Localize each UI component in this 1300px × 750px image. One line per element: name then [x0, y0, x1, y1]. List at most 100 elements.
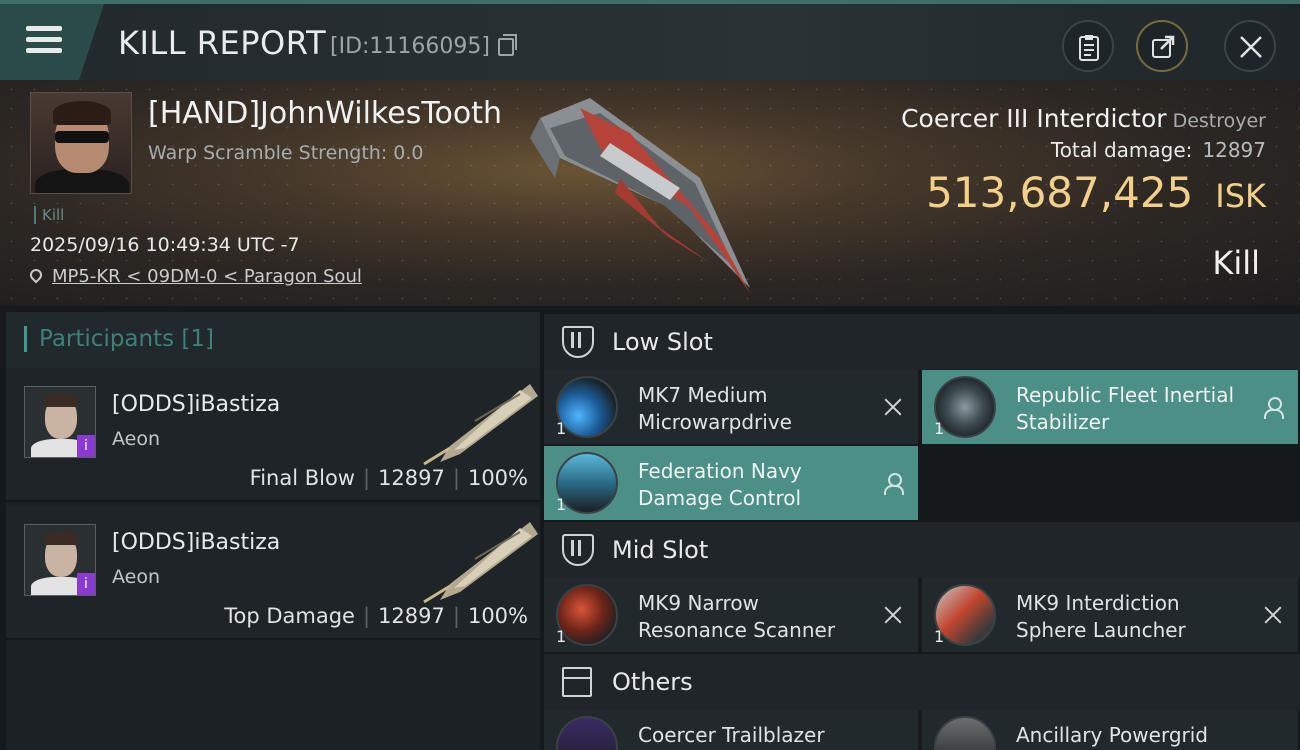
participant-ship: Aeon — [112, 566, 161, 588]
participant-damage: 12897 — [378, 604, 445, 628]
portrait-hair — [44, 393, 78, 407]
hamburger-icon-bar — [26, 48, 62, 53]
participant-ship-image — [423, 384, 538, 466]
kill-location[interactable]: MP5-KR < 09DM-0 < Paragon Soul — [27, 266, 362, 287]
slot-item[interactable]: 1 MK7 Medium Microwarpdrive — [544, 370, 918, 444]
item-name: Coercer Trailblazer — [638, 723, 825, 747]
clipboard-button[interactable] — [1062, 20, 1114, 72]
participant-name[interactable]: [ODDS]iBastiza — [112, 392, 280, 417]
low-slot-header: Low Slot — [544, 314, 1300, 370]
info-badge-icon: i — [77, 435, 95, 457]
hamburger-icon-bar — [26, 37, 62, 42]
participant-stats: Final Blow | 12897 | 100% — [250, 466, 528, 490]
powergrid-icon — [934, 716, 996, 750]
participant-ship-image — [423, 522, 538, 604]
participant-ship: Aeon — [112, 428, 161, 450]
participant-portrait[interactable]: i — [24, 524, 96, 596]
isk-value: 513,687,425 ISK — [926, 168, 1266, 217]
person-icon — [1262, 396, 1284, 419]
total-damage-value: 12897 — [1202, 138, 1266, 162]
mid-slot-icon — [562, 534, 594, 566]
item-name: Ancillary Powergrid — [1016, 723, 1208, 747]
victim-banner: [HAND]JohnWilkesTooth Warp Scramble Stre… — [0, 80, 1300, 306]
kill-timestamp: 2025/09/16 10:49:34 UTC -7 — [30, 234, 300, 256]
stats-divider: | — [452, 604, 460, 628]
item-quantity: 1 — [934, 419, 945, 438]
participant-role: Final Blow — [249, 466, 355, 490]
item-name: MK7 Medium Microwarpdrive — [638, 383, 792, 434]
participants-title: Participants [1] — [24, 326, 214, 352]
isk-unit: ISK — [1215, 177, 1266, 215]
cube-icon — [562, 667, 592, 697]
isk-amount: 513,687,425 — [926, 168, 1194, 217]
victim-ship-image — [530, 98, 750, 293]
portrait-hair — [53, 101, 111, 125]
hamburger-icon — [26, 26, 62, 31]
item-name: MK9 Narrow Resonance Scanner — [638, 591, 836, 642]
others-title: Others — [612, 668, 693, 696]
victim-portrait[interactable] — [30, 92, 132, 194]
participant-portrait[interactable]: i — [24, 386, 96, 458]
stats-divider: | — [452, 466, 460, 490]
victim-name[interactable]: [HAND]JohnWilkesTooth — [148, 96, 502, 131]
participant-role: Top Damage — [224, 604, 355, 628]
others-header: Others — [544, 654, 1300, 710]
item-quantity: 1 — [556, 627, 567, 646]
menu-button[interactable] — [0, 4, 104, 80]
portrait-hair — [44, 531, 78, 545]
participant-percent: 100% — [467, 466, 528, 490]
item-name: MK9 Interdiction Sphere Launcher — [1016, 591, 1186, 642]
low-slot-title: Low Slot — [612, 328, 713, 356]
item-name: Republic Fleet Inertial Stabilizer — [1016, 383, 1235, 434]
total-damage: Total damage: 12897 — [1051, 138, 1266, 162]
kill-tag: Kill — [34, 206, 64, 224]
stats-divider: | — [362, 466, 371, 490]
share-icon — [1152, 35, 1175, 58]
page-title: KILL REPORT — [118, 24, 327, 62]
slot-item[interactable]: Ancillary Powergrid — [922, 710, 1298, 750]
item-quantity: 1 — [934, 627, 945, 646]
copy-icon[interactable] — [498, 34, 517, 56]
victim-ship-name[interactable]: Coercer III Interdictor Destroyer — [901, 104, 1266, 133]
mid-slot-title: Mid Slot — [612, 536, 709, 564]
clipboard-icon — [1079, 35, 1099, 61]
participant-stats: Top Damage | 12897 | 100% — [224, 604, 528, 628]
destroyed-x-icon — [882, 604, 904, 626]
location-link[interactable]: MP5-KR < 09DM-0 < Paragon Soul — [52, 266, 362, 287]
participant-percent: 100% — [467, 604, 528, 628]
slot-item[interactable]: Coercer Trailblazer — [544, 710, 918, 750]
mid-slot-header: Mid Slot — [544, 522, 1300, 578]
info-badge-icon: i — [77, 573, 95, 595]
slot-item[interactable]: 1 MK9 Interdiction Sphere Launcher — [922, 578, 1298, 652]
item-quantity: 1 — [556, 419, 567, 438]
item-name: Federation Navy Damage Control — [638, 459, 802, 510]
share-button[interactable] — [1136, 20, 1188, 72]
participants-header: Participants [1] — [6, 312, 540, 368]
destroyed-x-icon — [1262, 604, 1284, 626]
trailblazer-icon — [556, 716, 618, 750]
total-damage-label: Total damage: — [1050, 138, 1193, 162]
slot-item[interactable]: 1 MK9 Narrow Resonance Scanner — [544, 578, 918, 652]
participants-panel: Participants [1] i [ODDS]iBastiza Aeon F… — [6, 312, 540, 750]
close-button[interactable] — [1224, 20, 1276, 72]
stats-divider: | — [362, 604, 371, 628]
participant-damage: 12897 — [378, 466, 445, 490]
person-icon — [882, 472, 904, 495]
slot-item[interactable]: 1 Federation Navy Damage Control — [544, 446, 918, 520]
participant-row[interactable]: i [ODDS]iBastiza Aeon Top Damage | 12897 | 1… — [6, 506, 540, 640]
participant-row[interactable]: i [ODDS]iBastiza Aeon Final Blow | 12897 | 1… — [6, 368, 540, 502]
low-slot-icon — [562, 326, 594, 358]
destroyed-x-icon — [882, 396, 904, 418]
slot-item[interactable]: 1 Republic Fleet Inertial Stabilizer — [922, 370, 1298, 444]
ship-name-text: Coercer III Interdictor — [901, 104, 1167, 133]
map-pin-icon — [27, 266, 45, 284]
close-icon — [1240, 36, 1262, 58]
portrait-glasses — [55, 131, 109, 143]
kill-outcome: Kill — [1212, 244, 1260, 282]
fitting-panel: Low Slot 1 MK7 Medium Microwarpdrive 1 R… — [544, 312, 1300, 750]
report-id: [ID:11166095] — [330, 34, 490, 59]
warp-scramble-strength: Warp Scramble Strength: 0.0 — [148, 142, 424, 164]
participant-name[interactable]: [ODDS]iBastiza — [112, 530, 280, 555]
top-bar: KILL REPORT [ID:11166095] — [0, 0, 1300, 80]
item-quantity: 1 — [556, 495, 567, 514]
